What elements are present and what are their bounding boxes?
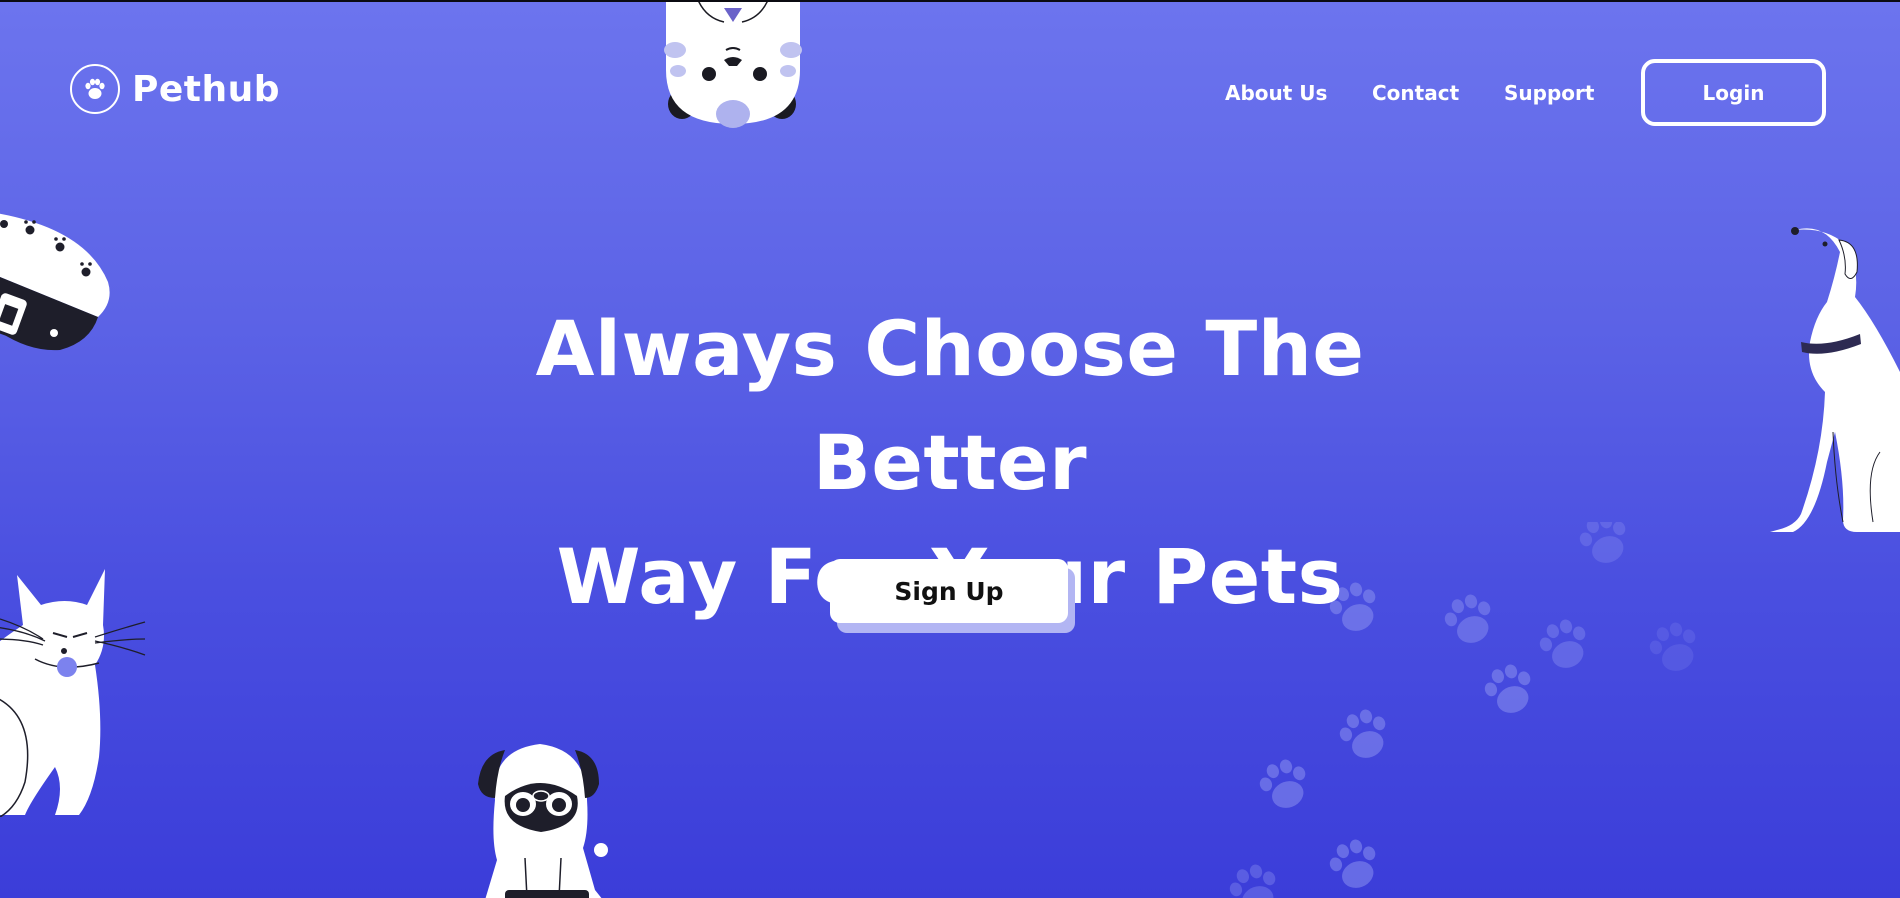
dog-sitting-illustration	[1770, 227, 1900, 532]
hero-title-line-1: Always Choose The Better	[535, 304, 1365, 507]
nav-link-support[interactable]: Support	[1504, 81, 1594, 105]
signup-button[interactable]: Sign Up	[830, 559, 1068, 623]
nav-link-contact[interactable]: Contact	[1372, 81, 1459, 105]
landing-page: Pethub About Us Contact Support Login Al…	[0, 2, 1900, 898]
login-button[interactable]: Login	[1641, 59, 1826, 126]
pug-illustration	[478, 744, 608, 898]
cat-sitting-illustration	[0, 569, 146, 817]
paw-icon	[70, 64, 120, 114]
brand-logo[interactable]: Pethub	[70, 64, 280, 114]
collar-illustration	[0, 213, 110, 351]
cat-hanging-illustration	[664, 2, 802, 128]
signup-button-container: Sign Up	[830, 559, 1075, 633]
nav-link-about-us[interactable]: About Us	[1225, 81, 1327, 105]
brand-name: Pethub	[132, 68, 281, 110]
